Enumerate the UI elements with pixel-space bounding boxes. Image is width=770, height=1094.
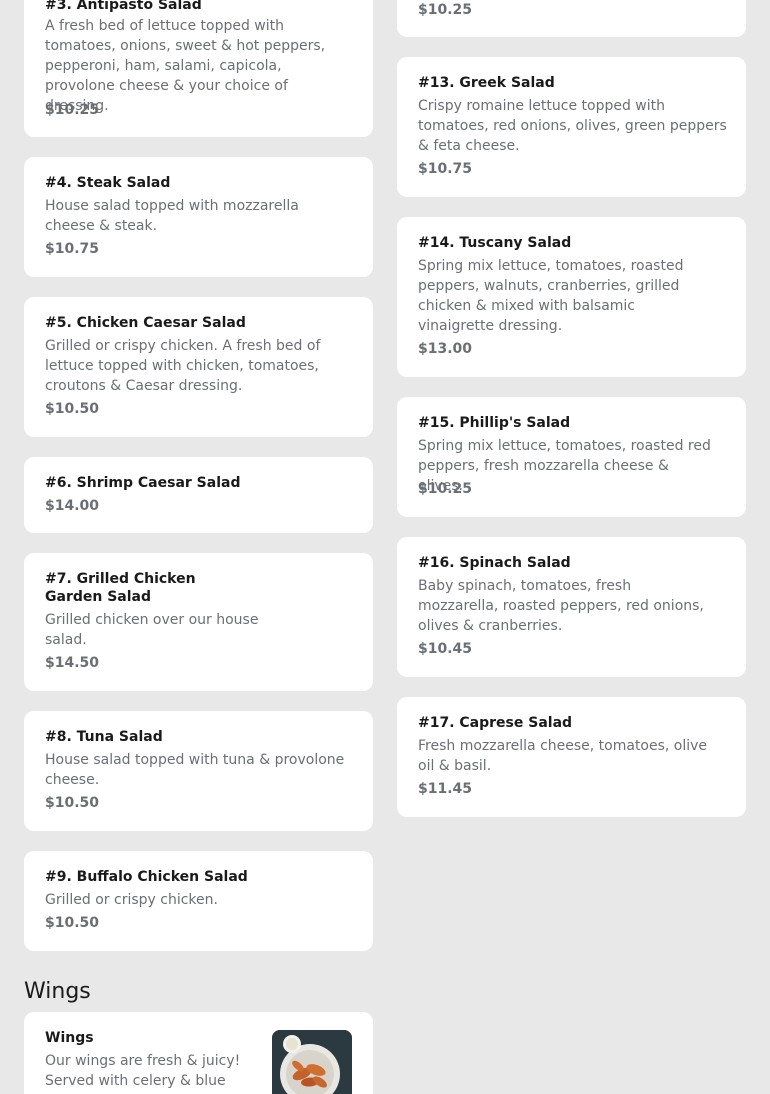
item-price: $11.45 — [418, 781, 473, 797]
item-name: #17. Caprese Salad — [418, 715, 573, 731]
item-description: Our wings are fresh & juicy! Served with… — [45, 1053, 241, 1089]
item-description: House salad topped with tuna & provolone… — [45, 752, 345, 788]
item-price: $10.25 — [45, 102, 100, 118]
menu-item-buffalo-chicken-salad[interactable]: #9. Buffalo Chicken Salad Grilled or cri… — [24, 851, 373, 951]
item-name: #5. Chicken Caesar Salad — [45, 315, 246, 331]
menu-item-grilled-chicken-garden-salad[interactable]: #7. Grilled Chicken Garden Salad Grilled… — [24, 553, 373, 691]
menu-item-wings[interactable]: Wings Our wings are fresh & juicy! Serve… — [24, 1012, 373, 1094]
item-price: $10.75 — [418, 161, 473, 177]
wings-plate-image — [272, 1030, 352, 1094]
item-price: $13.00 — [418, 341, 473, 357]
item-name: Wings — [45, 1030, 94, 1046]
item-description: Spring mix lettuce, tomatoes, roasted pe… — [418, 258, 684, 334]
item-description: Grilled or crispy chicken. A fresh bed o… — [45, 338, 321, 394]
item-price: $10.50 — [45, 915, 100, 931]
wings-photo — [272, 1030, 352, 1094]
item-price: $10.45 — [418, 641, 473, 657]
item-price: $10.25 — [418, 481, 473, 497]
item-name: #3. Antipasto Salad — [45, 0, 202, 13]
item-price: $14.00 — [45, 498, 100, 514]
item-name: #8. Tuna Salad — [45, 729, 163, 745]
item-description: Crispy romaine lettuce topped with tomat… — [418, 98, 727, 154]
item-price: $10.50 — [45, 401, 100, 417]
menu-item-spinach-salad[interactable]: #16. Spinach Salad Baby spinach, tomatoe… — [397, 537, 746, 677]
menu-item-shrimp-caesar-salad[interactable]: #6. Shrimp Caesar Salad $14.00 — [24, 457, 373, 533]
item-description: Grilled or crispy chicken. — [45, 892, 218, 908]
item-name: #4. Steak Salad — [45, 175, 171, 191]
menu-item-tuscany-salad[interactable]: #14. Tuscany Salad Spring mix lettuce, t… — [397, 217, 746, 377]
item-price: $10.75 — [45, 241, 100, 257]
item-name: #7. Grilled Chicken Garden Salad — [45, 571, 196, 605]
section-title-wings: Wings — [24, 979, 91, 1004]
menu-page: #3. Antipasto Salad A fresh bed of lettu… — [0, 0, 770, 1094]
menu-item-partial-top[interactable]: $10.25 — [397, 0, 746, 37]
menu-item-tuna-salad[interactable]: #8. Tuna Salad House salad topped with t… — [24, 711, 373, 831]
menu-item-antipasto-salad[interactable]: #3. Antipasto Salad A fresh bed of lettu… — [24, 0, 373, 137]
item-price: $14.50 — [45, 655, 100, 671]
item-name: #6. Shrimp Caesar Salad — [45, 475, 241, 491]
item-price: $10.25 — [418, 2, 473, 18]
menu-item-caprese-salad[interactable]: #17. Caprese Salad Fresh mozzarella chee… — [397, 697, 746, 817]
item-name: #15. Phillip's Salad — [418, 415, 571, 431]
item-name: #14. Tuscany Salad — [418, 235, 572, 251]
item-name: #16. Spinach Salad — [418, 555, 571, 571]
menu-item-chicken-caesar-salad[interactable]: #5. Chicken Caesar Salad Grilled or cris… — [24, 297, 373, 437]
item-name: #13. Greek Salad — [418, 75, 555, 91]
menu-item-steak-salad[interactable]: #4. Steak Salad House salad topped with … — [24, 157, 373, 277]
menu-item-phillips-salad[interactable]: #15. Phillip's Salad Spring mix lettuce,… — [397, 397, 746, 517]
item-description: House salad topped with mozzarella chees… — [45, 198, 299, 234]
item-description: Grilled chicken over our house salad. — [45, 612, 259, 648]
item-price: $10.50 — [45, 795, 100, 811]
menu-item-greek-salad[interactable]: #13. Greek Salad Crispy romaine lettuce … — [397, 57, 746, 197]
item-description: Baby spinach, tomatoes, fresh mozzarella… — [418, 578, 704, 634]
item-name: #9. Buffalo Chicken Salad — [45, 869, 248, 885]
item-description: Fresh mozzarella cheese, tomatoes, olive… — [418, 738, 708, 774]
